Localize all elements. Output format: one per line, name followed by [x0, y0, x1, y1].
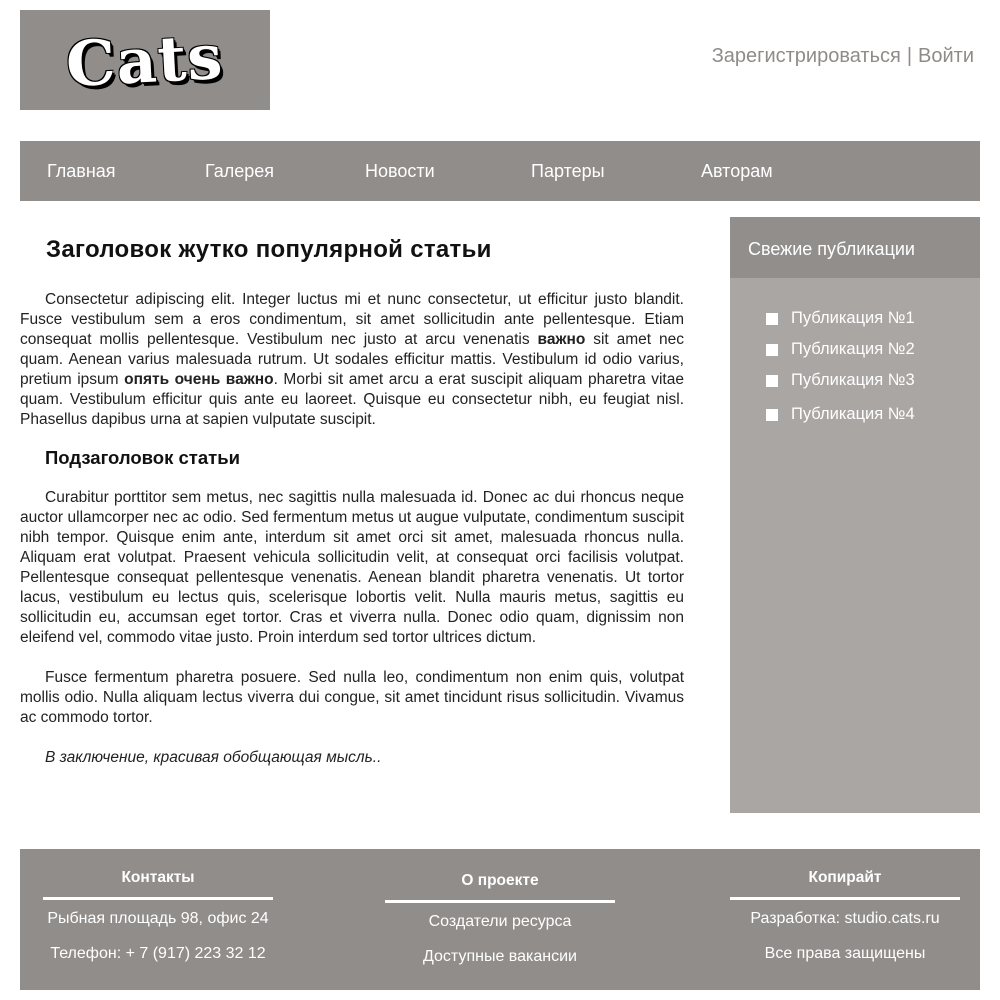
footer-vacancies-link[interactable]: Доступные вакансии [385, 948, 615, 966]
footer-divider [43, 897, 273, 900]
footer-copyright-title: Копирайт [808, 869, 882, 886]
nav-item-gallery[interactable]: Галерея [205, 141, 274, 201]
footer: Контакты Рыбная площадь 98, офис 24 Теле… [20, 849, 980, 990]
auth-links: Зарегистрироваться | Войти [712, 45, 974, 68]
footer-about-title: О проекте [461, 872, 539, 889]
footer-phone: Телефон: + 7 (917) 223 32 12 [50, 945, 266, 962]
p1-bold-important: важно [537, 331, 586, 348]
square-bullet-icon [766, 312, 778, 325]
nav-item-authors[interactable]: Авторам [701, 141, 773, 201]
article-paragraph-3: Fusce fermentum pharetra posuere. Sed nu… [20, 669, 684, 726]
article-paragraph-2: Curabitur porttitor sem metus, nec sagit… [20, 489, 684, 646]
footer-copyright: Копирайт Разработка: studio.cats.ru Все … [730, 849, 960, 963]
publication-label: Публикация №4 [791, 405, 915, 423]
footer-rights: Все права защищены [764, 945, 926, 962]
sidebar-title: Свежие публикации [730, 217, 980, 278]
nav-item-partners[interactable]: Партеры [531, 141, 605, 201]
nav-item-news[interactable]: Новости [365, 141, 435, 201]
footer-contacts: Контакты Рыбная площадь 98, офис 24 Теле… [43, 849, 273, 963]
article-subtitle: Подзаголовок статьи [45, 447, 240, 468]
register-link[interactable]: Зарегистрироваться [712, 45, 901, 67]
publication-item-4[interactable]: Публикация №4 [766, 405, 915, 424]
square-bullet-icon [766, 408, 778, 421]
p1-bold-very-important: опять очень важно [124, 371, 274, 388]
article-title: Заголовок жутко популярной статьи [46, 236, 492, 263]
main-nav: Главная Галерея Новости Партеры Авторам [20, 141, 980, 201]
footer-creators-link[interactable]: Создатели ресурса [385, 913, 615, 931]
footer-divider [385, 900, 615, 903]
logo-text: Cats [64, 19, 226, 101]
footer-contacts-title: Контакты [121, 869, 195, 886]
footer-address: Рыбная площадь 98, офис 24 [47, 910, 269, 927]
square-bullet-icon [766, 343, 778, 356]
login-link[interactable]: Войти [918, 45, 974, 67]
footer-about: О проекте Создатели ресурса Доступные ва… [385, 849, 615, 966]
article-conclusion: В заключение, красивая обобщающая мысль.… [45, 749, 382, 766]
sidebar-fresh-publications: Свежие публикации Публикация №1 Публикац… [730, 217, 980, 813]
auth-separator: | [906, 45, 913, 67]
footer-divider [730, 897, 960, 900]
square-bullet-icon [766, 374, 778, 387]
publication-item-3[interactable]: Публикация №3 [766, 371, 915, 390]
publication-item-1[interactable]: Публикация №1 [766, 309, 915, 328]
article: Заголовок жутко популярной статьи Consec… [20, 236, 684, 768]
publication-label: Публикация №1 [791, 309, 915, 327]
nav-item-home[interactable]: Главная [47, 141, 116, 201]
publication-label: Публикация №2 [791, 340, 915, 358]
article-paragraph-1: Consectetur adipiscing elit. Integer luc… [20, 290, 684, 430]
publication-label: Публикация №3 [791, 371, 915, 389]
footer-developer: Разработка: studio.cats.ru [750, 910, 940, 927]
site-logo[interactable]: Cats [20, 10, 270, 110]
publication-item-2[interactable]: Публикация №2 [766, 340, 915, 359]
